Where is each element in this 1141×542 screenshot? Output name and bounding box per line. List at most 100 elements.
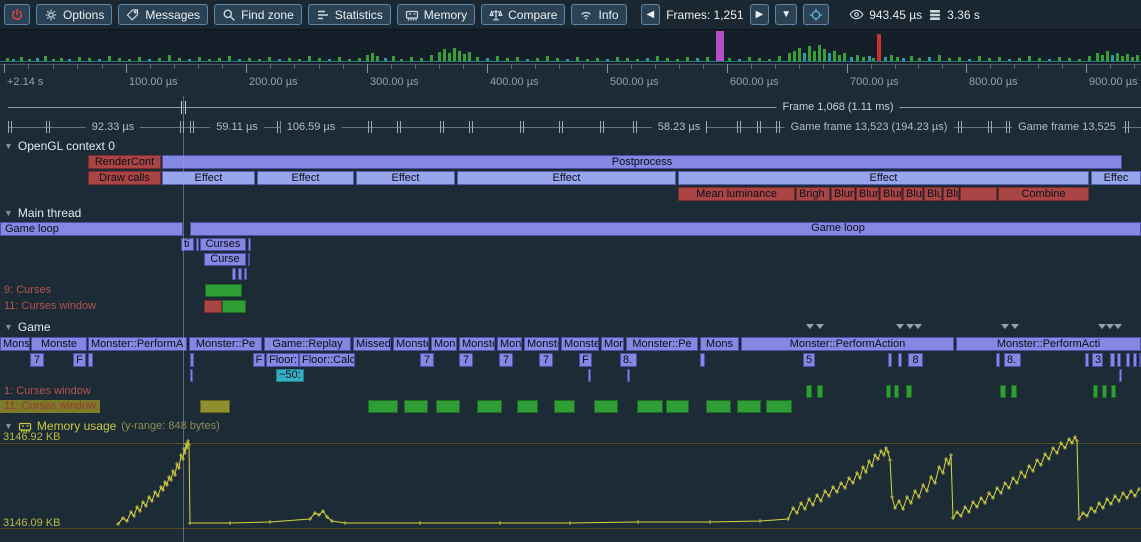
zone-floor-calc[interactable]: Floor::Calc — [299, 353, 355, 367]
frame-bar[interactable] — [400, 59, 403, 61]
frame-bar[interactable] — [778, 56, 781, 61]
zone-8[interactable]: 8. — [620, 353, 637, 367]
frame-bar[interactable] — [118, 58, 121, 61]
zone-7[interactable]: 7 — [539, 353, 553, 367]
zone-effect[interactable]: Effect — [162, 171, 255, 185]
statistics-button[interactable]: Statistics — [308, 4, 391, 25]
frame-bar[interactable] — [138, 57, 141, 61]
memory-button[interactable]: Memory — [397, 4, 475, 25]
frame-bar[interactable] — [948, 58, 951, 61]
frame-bar[interactable] — [458, 51, 461, 61]
zone-monst[interactable]: Monst — [431, 337, 457, 351]
zone-curses[interactable]: Curses — [200, 238, 246, 251]
event-marker-icon[interactable] — [806, 324, 814, 329]
frame-bar[interactable] — [1028, 56, 1031, 61]
frame-bar[interactable] — [823, 49, 826, 61]
frame-bar[interactable] — [1111, 55, 1114, 61]
plot-label-9-curses[interactable]: 9: Curses — [4, 284, 51, 297]
frame-bar[interactable] — [758, 58, 761, 61]
plot-bar[interactable] — [894, 385, 899, 398]
zone-combine[interactable]: Combine — [998, 187, 1089, 201]
frame-bar[interactable] — [706, 57, 709, 61]
frame-bar[interactable] — [884, 57, 887, 61]
frame-bar[interactable] — [128, 59, 131, 61]
frame-bar[interactable] — [918, 58, 921, 61]
thread-header-main[interactable]: ▼ Main thread — [4, 207, 81, 220]
zone-brigh[interactable]: Brigh — [796, 187, 830, 201]
frame-bar[interactable] — [546, 56, 549, 61]
frame-bar[interactable] — [36, 58, 39, 61]
frame-bar[interactable] — [818, 45, 821, 61]
frame-bar[interactable] — [646, 58, 649, 61]
frame-bar[interactable] — [198, 57, 201, 61]
frame-bar[interactable] — [856, 55, 859, 61]
zone-5[interactable]: 5 — [803, 353, 815, 367]
zone-blur[interactable]: Blur — [903, 187, 923, 201]
frame-bar[interactable] — [178, 58, 181, 61]
zone-zone[interactable] — [248, 253, 250, 266]
frame-set-dropdown-button[interactable]: ▼ — [775, 4, 797, 25]
zone-monste[interactable]: Monste — [561, 337, 599, 351]
frame-bar[interactable] — [1018, 58, 1021, 61]
frame-bar[interactable] — [843, 53, 846, 61]
frame-bar[interactable] — [902, 58, 905, 61]
frame-bar[interactable] — [576, 57, 579, 61]
plot-bar[interactable] — [737, 400, 761, 413]
zone-zone[interactable] — [190, 369, 193, 382]
frame-bar[interactable] — [468, 52, 471, 61]
event-marker-icon[interactable] — [1106, 324, 1114, 329]
zone-f[interactable]: F — [253, 353, 265, 367]
frame-bar[interactable] — [88, 58, 91, 61]
frame-bar[interactable] — [1101, 55, 1104, 61]
frame-bar[interactable] — [476, 57, 479, 61]
frame-bar[interactable] — [486, 58, 489, 61]
zone-game-replay[interactable]: Game::Replay — [264, 337, 351, 351]
thread-header-game[interactable]: ▼ Game — [4, 321, 51, 334]
frame-bar[interactable] — [148, 59, 151, 61]
zone-game-loop[interactable] — [190, 222, 1141, 236]
frame-bar[interactable] — [738, 59, 741, 61]
zone-monste[interactable]: Monste — [31, 337, 87, 351]
frame-bar[interactable] — [910, 56, 913, 61]
frame-bar[interactable] — [308, 56, 311, 61]
frame-bar[interactable] — [68, 59, 71, 61]
frame-bar[interactable] — [556, 58, 559, 61]
zone-7[interactable]: 7 — [499, 353, 513, 367]
frame-bar[interactable] — [430, 55, 433, 61]
frame-bar[interactable] — [6, 58, 9, 61]
plot-bar[interactable] — [517, 400, 538, 413]
frame-bar[interactable] — [676, 59, 679, 61]
zone-8[interactable]: 8. — [1004, 353, 1021, 367]
zone-monster-pe[interactable]: Monster::Pe — [626, 337, 698, 351]
frame-bar[interactable] — [978, 56, 981, 61]
frame-time-histogram[interactable] — [0, 30, 1141, 63]
frame-bar[interactable] — [1088, 56, 1091, 61]
frame-bar[interactable] — [536, 58, 539, 61]
options-button[interactable]: Options — [36, 4, 112, 25]
zone-zone[interactable] — [888, 353, 892, 367]
frame-bar[interactable] — [238, 59, 241, 61]
zone-zone[interactable] — [588, 369, 591, 382]
frame-bar[interactable] — [188, 59, 191, 61]
frame-bar[interactable] — [958, 57, 961, 61]
zone-missed[interactable]: Missed — [353, 337, 391, 351]
zone-zone[interactable] — [248, 238, 251, 251]
frame-bar[interactable] — [248, 58, 251, 61]
frame-bar[interactable] — [872, 58, 875, 61]
frame-bar[interactable] — [656, 56, 659, 61]
zone-mons[interactable]: Mons — [700, 337, 739, 351]
messages-button[interactable]: Messages — [118, 4, 208, 25]
plot-bar[interactable] — [204, 300, 222, 313]
frame-bar[interactable] — [896, 57, 899, 61]
frame-bar[interactable] — [748, 57, 751, 61]
frame-bar[interactable] — [968, 59, 971, 61]
zone-blur[interactable]: Blur — [880, 187, 902, 201]
event-marker-icon[interactable] — [906, 324, 914, 329]
zone-zone[interactable] — [1110, 353, 1115, 367]
zone-zone[interactable] — [232, 268, 236, 280]
frame-bar[interactable] — [1121, 56, 1124, 61]
frame-bar[interactable] — [496, 56, 499, 61]
zone-zone[interactable] — [1133, 353, 1137, 367]
event-marker-icon[interactable] — [1114, 324, 1122, 329]
frame-bar[interactable] — [108, 56, 111, 61]
